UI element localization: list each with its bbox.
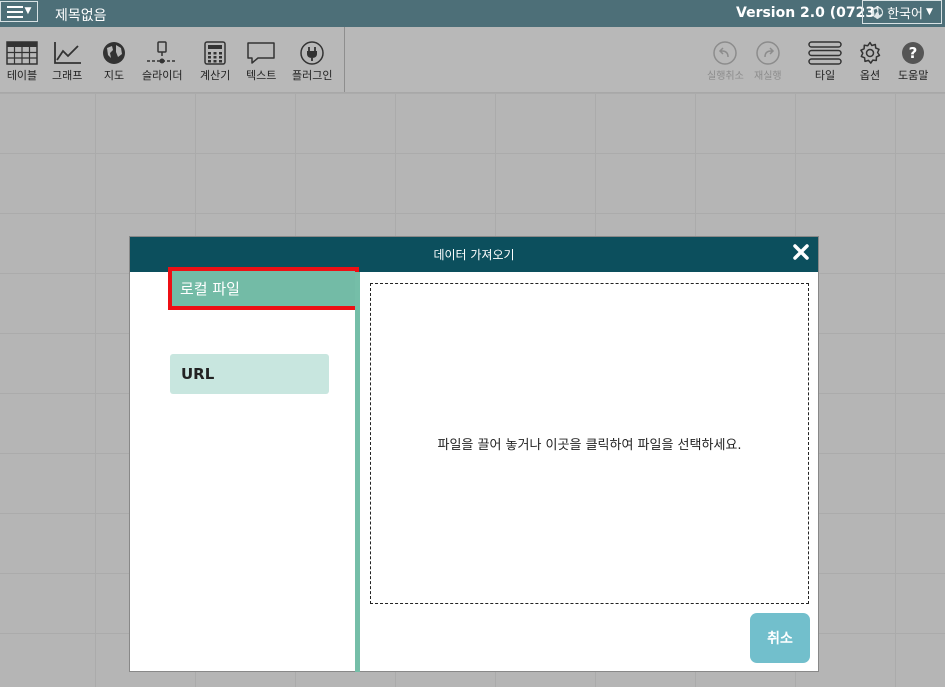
tile-menu-button[interactable]: 타일 <box>808 41 842 87</box>
redo-icon <box>756 41 780 65</box>
drop-zone-instructions: 파일을 끌어 놓거나 이곳을 클릭하여 파일을 선택하세요. <box>437 438 742 453</box>
graph-tool-button[interactable]: 그래프 <box>52 41 82 87</box>
calculator-icon <box>204 41 226 65</box>
tab-url[interactable]: URL <box>170 354 329 394</box>
close-icon <box>793 244 809 260</box>
toolbar: 테이블 그래프 지도 슬라이더 계산기 텍스트 플러그인 실행취소 재실행 타일… <box>0 27 945 93</box>
caret-down-icon: ▼ <box>925 6 933 17</box>
redo-button[interactable]: 재실행 <box>754 41 782 87</box>
pane-divider <box>355 272 360 672</box>
globe-icon <box>872 6 884 18</box>
map-tool-button[interactable]: 지도 <box>101 41 127 87</box>
caret-down-icon: ▼ <box>24 6 32 16</box>
text-tool-button[interactable]: 텍스트 <box>246 41 276 87</box>
language-label: 한국어 <box>887 6 923 22</box>
hamburger-icon <box>6 5 23 18</box>
title-bar: ▼ 제목없음 Version 2.0 (0723) 한국어 ▼ <box>0 0 945 27</box>
slider-tool-button[interactable]: 슬라이더 <box>142 41 182 87</box>
help-button[interactable]: ? 도움말 <box>898 41 928 87</box>
calculator-tool-label: 계산기 <box>200 69 231 82</box>
options-label: 옵션 <box>859 69 881 82</box>
calculator-tool-button[interactable]: 계산기 <box>200 41 230 87</box>
graph-icon <box>54 42 82 64</box>
table-icon <box>6 41 38 65</box>
redo-label: 재실행 <box>754 71 782 82</box>
slider-icon <box>147 41 178 64</box>
dialog-close-button[interactable] <box>792 243 810 261</box>
tab-local-file[interactable]: 로컬 파일 <box>168 267 359 310</box>
import-data-dialog: 데이터 가져오기 로컬 파일 URL 파일을 끌어 놓거나 이곳을 클릭하여 파… <box>129 236 819 672</box>
plugin-tool-button[interactable]: 플러그인 <box>292 41 332 87</box>
text-tool-label: 텍스트 <box>246 69 277 82</box>
document-title[interactable]: 제목없음 <box>55 5 107 25</box>
globe-icon <box>103 42 125 64</box>
graph-tool-label: 그래프 <box>52 69 83 82</box>
plugin-tool-label: 플러그인 <box>292 69 333 82</box>
svg-text:?: ? <box>909 44 918 62</box>
undo-icon <box>713 41 738 65</box>
toolbar-divider <box>344 27 345 92</box>
options-button[interactable]: 옵션 <box>858 41 882 87</box>
table-tool-button[interactable]: 테이블 <box>6 41 38 87</box>
slider-tool-label: 슬라이더 <box>142 69 183 82</box>
map-tool-label: 지도 <box>103 69 125 82</box>
plug-icon <box>300 41 324 65</box>
undo-button[interactable]: 실행취소 <box>707 41 744 87</box>
tile-list-icon <box>808 41 842 65</box>
cancel-button[interactable]: 취소 <box>750 613 810 663</box>
source-tab-list <box>130 272 355 672</box>
main-menu-button[interactable]: ▼ <box>0 1 38 22</box>
language-menu-button[interactable]: 한국어 ▼ <box>862 0 942 24</box>
help-label: 도움말 <box>898 69 929 82</box>
tile-label: 타일 <box>814 69 836 82</box>
speech-bubble-icon <box>247 42 275 64</box>
file-drop-zone[interactable]: 파일을 끌어 놓거나 이곳을 클릭하여 파일을 선택하세요. <box>370 283 809 604</box>
undo-label: 실행취소 <box>707 71 744 82</box>
gear-icon <box>860 41 881 64</box>
table-tool-label: 테이블 <box>6 69 38 82</box>
dialog-title: 데이터 가져오기 <box>433 248 515 262</box>
question-mark-icon: ? <box>902 42 925 64</box>
version-label: Version 2.0 (0723) <box>736 5 882 21</box>
